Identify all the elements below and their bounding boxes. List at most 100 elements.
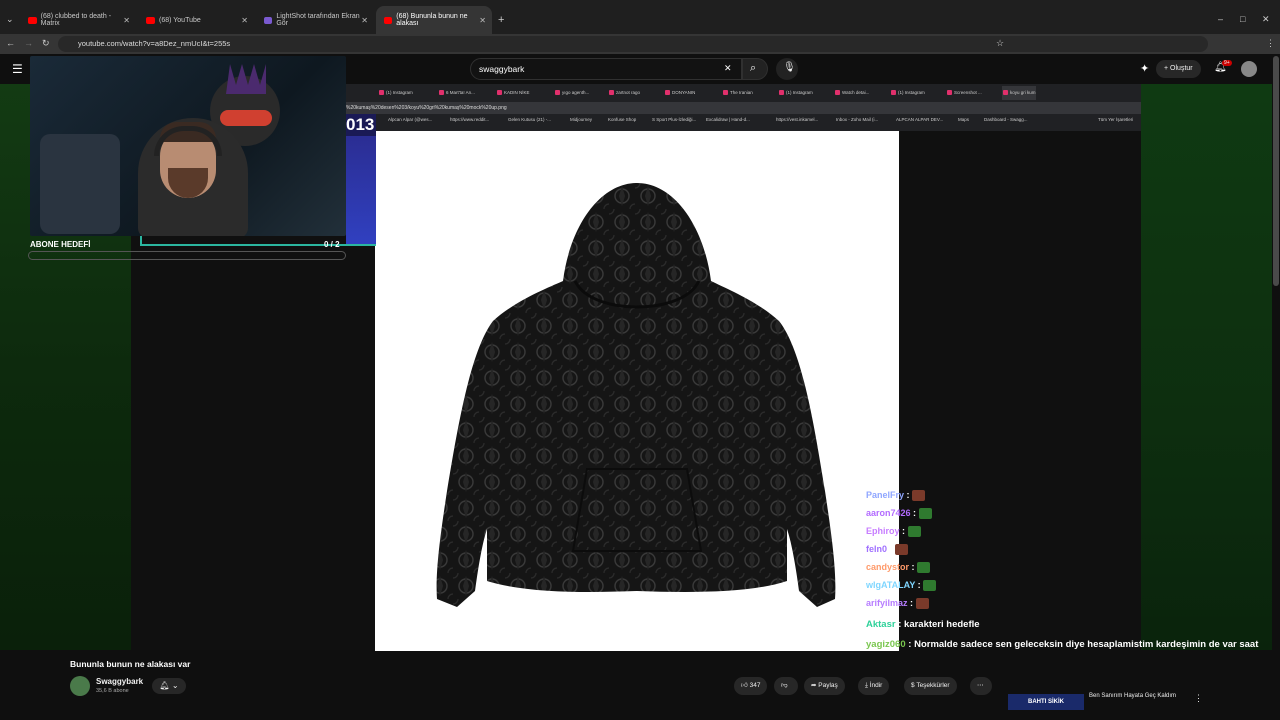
- inner-bookmark: Tüm Yer İşaretleri: [1098, 117, 1134, 122]
- video-title: Bununla bunun ne alakası var: [70, 659, 191, 669]
- close-icon[interactable]: ✕: [123, 16, 130, 25]
- chat-username: Aktasr: [866, 619, 896, 630]
- thanks-button[interactable]: $ Teşekkürler: [904, 677, 957, 695]
- video-info-bar: Bununla bunun ne alakası var Swaggybark …: [0, 651, 1280, 720]
- goal-label: ABONE HEDEFİ: [30, 240, 91, 249]
- download-label: İndir: [869, 682, 883, 689]
- dislike-button[interactable]: 👎︎: [774, 677, 798, 695]
- chevron-down-icon: ⌄: [169, 681, 179, 690]
- minimize-icon[interactable]: –: [1218, 14, 1223, 24]
- youtube-icon: [384, 16, 393, 24]
- search-input[interactable]: swaggybark: [470, 58, 742, 80]
- tab-list-icon[interactable]: ⌄: [6, 14, 14, 25]
- suggested-video-thumbnail[interactable]: BAHTI SİKİK: [1008, 694, 1084, 710]
- chat-separator: :: [907, 598, 916, 608]
- share-label: Paylaş: [818, 682, 838, 689]
- chat-separator: :: [905, 639, 915, 650]
- shared-screen-browser: (1) Instagram 6 Mart'ta! An... KADIN NİK…: [346, 84, 1141, 131]
- chat-username: feln0: [866, 544, 888, 554]
- chat-emote-icon: [918, 508, 932, 520]
- chat-username: Ephiroy: [866, 526, 900, 536]
- inner-bookmark: Inbox - Zoho Mail (i...: [836, 117, 879, 122]
- like-button[interactable]: 👍︎ 347: [734, 677, 768, 695]
- suggestion-more-icon[interactable]: ⋮: [1194, 693, 1203, 704]
- chat-emote-icon: [923, 580, 937, 592]
- inner-bookmark: S Sport Plus-İzlediği...: [652, 117, 697, 122]
- inner-tab: Watch detai...: [834, 86, 869, 100]
- voice-search-button[interactable]: 🎙︎: [776, 58, 798, 80]
- tab-label: (68) Bununla bunun ne alakası: [396, 13, 468, 27]
- chat-emote-icon: [915, 598, 929, 610]
- inner-tab: (1) Instagram: [378, 86, 413, 100]
- share-button[interactable]: ➦ Paylaş: [804, 677, 845, 695]
- url-input[interactable]: youtube.com/watch?v=a8Dez_nmUcI&t=255s: [58, 36, 1208, 52]
- chat-message: aaron7426 :: [866, 508, 932, 520]
- bookmark-star-icon[interactable]: ☆: [996, 38, 1004, 49]
- streamer-webcam: [30, 56, 346, 236]
- back-icon[interactable]: ←: [6, 38, 15, 48]
- maximize-icon[interactable]: □: [1240, 14, 1245, 24]
- browser-tab-1[interactable]: (68) clubbed to death - Matrix ✕: [20, 6, 136, 34]
- chat-message: wlgATALAY :: [866, 580, 937, 592]
- close-icon[interactable]: ✕: [361, 16, 368, 25]
- youtube-icon: [146, 16, 155, 24]
- goal-progress-track: [28, 251, 346, 260]
- page-scrollbar[interactable]: [1273, 56, 1279, 286]
- browser-menu-icon[interactable]: ⋮: [1266, 38, 1275, 49]
- chat-username: arifyilmaz: [866, 598, 908, 608]
- youtube-icon: [28, 16, 37, 24]
- chat-message: Ephiroy :: [866, 526, 921, 538]
- browser-tab-2[interactable]: (68) YouTube ✕: [138, 6, 254, 34]
- chat-separator: :: [904, 490, 913, 500]
- tab-label: (68) clubbed to death - Matrix: [40, 13, 112, 27]
- mascot-goggles: [220, 110, 272, 126]
- inner-tab: zartnot rago: [608, 86, 640, 100]
- close-icon[interactable]: ✕: [241, 16, 248, 25]
- thumbs-down-icon: 👎︎: [781, 682, 788, 689]
- channel-avatar[interactable]: [70, 676, 90, 696]
- hamburger-menu-icon[interactable]: ☰: [12, 62, 23, 76]
- search-button[interactable]: ⌕: [742, 58, 768, 80]
- new-tab-icon[interactable]: +: [498, 14, 504, 26]
- chat-emote-icon: [917, 562, 931, 574]
- chat-separator: :: [915, 580, 924, 590]
- chat-username: aaron7426: [866, 508, 911, 518]
- inner-tab: The Iranian: [722, 86, 753, 100]
- inner-tab-active: koyu gri kum: [1002, 86, 1036, 100]
- reload-icon[interactable]: ↻: [42, 38, 50, 49]
- chat-separator: :: [895, 619, 905, 630]
- channel-name[interactable]: Swaggybark: [96, 677, 143, 686]
- lightshot-icon: [264, 16, 273, 24]
- search-icon: ⌕: [750, 62, 757, 74]
- inner-bookmark: Midjourney: [570, 117, 593, 122]
- chat-username: candystor: [866, 562, 910, 572]
- window-close-icon[interactable]: ✕: [1262, 14, 1270, 25]
- inner-bookmark: Konfuse Shop: [608, 117, 637, 122]
- tab-label: (68) YouTube: [159, 16, 201, 24]
- chat-separator: :: [910, 508, 919, 518]
- download-button[interactable]: ⤓ İndir: [858, 677, 890, 695]
- thumbs-up-icon: 👍︎: [741, 682, 750, 689]
- hoodie-illustration: [436, 183, 836, 607]
- chat-message: Aktasr : karakteri hedefle: [866, 616, 1264, 633]
- close-icon[interactable]: ✕: [479, 16, 486, 25]
- clear-search-icon[interactable]: ✕: [724, 63, 732, 74]
- inner-tab: DONYANIN: [664, 86, 695, 100]
- suggested-video-title[interactable]: Ben Sanırım Hayata Geç Kaldım: [1089, 693, 1176, 699]
- more-actions-button[interactable]: ⋯: [970, 677, 992, 695]
- goal-value: 0 / 2: [324, 240, 340, 249]
- inner-tab: KADIN NİKE: [496, 86, 530, 100]
- inner-tab: yıgo agenth...: [554, 86, 589, 100]
- account-avatar[interactable]: [1241, 61, 1257, 77]
- inner-bookmark: Alpcan Alpar (@wes...: [388, 117, 433, 122]
- browser-tab-4[interactable]: (68) Bununla bunun ne alakası ✕: [376, 6, 492, 34]
- thanks-label: Teşekkürler: [916, 682, 950, 689]
- browser-tab-bar: ⌄ (68) clubbed to death - Matrix ✕ (68) Y…: [0, 0, 1280, 34]
- chat-message: PanelFry :: [866, 490, 926, 502]
- extension-icon[interactable]: ✦: [1140, 62, 1149, 75]
- notification-toggle-button[interactable]: 🔔︎ ⌄: [152, 678, 186, 694]
- browser-tab-3[interactable]: LightShot tarafından Ekran Gör ✕: [256, 6, 374, 34]
- stream-counter: 013: [346, 114, 376, 136]
- chat-separator: :: [899, 526, 908, 536]
- create-button[interactable]: + Oluştur: [1156, 60, 1201, 78]
